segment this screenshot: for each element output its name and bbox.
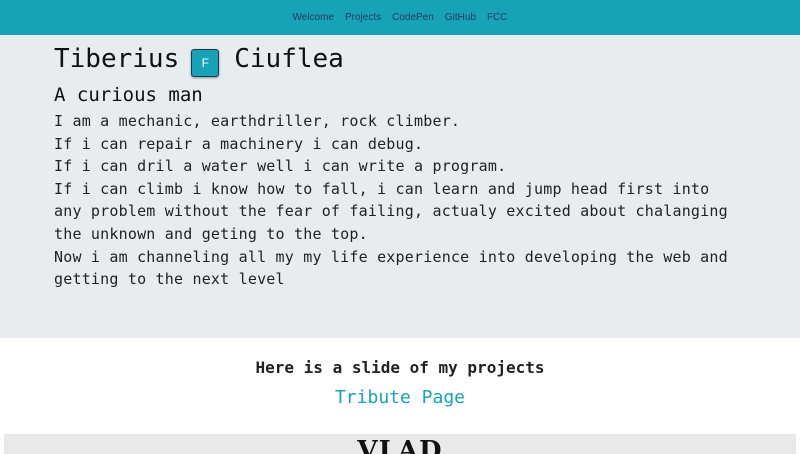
bio-line: I am a mechanic, earthdriller, rock clim… [54, 112, 461, 130]
bio-line: If i can dril a water well i can write a… [54, 157, 507, 176]
first-name: Tiberius [54, 44, 180, 74]
bio-line: Now i am channeling all my my life exper… [54, 247, 728, 289]
welcome-section: Tiberius F Ciuflea A curious man I am a … [0, 35, 800, 338]
subtitle: A curious man [54, 84, 203, 106]
top-navbar: Welcome Projects CodePen GitHub FCC [0, 0, 800, 35]
name-heading: Tiberius F Ciuflea [54, 40, 800, 78]
last-name: Ciuflea [234, 44, 344, 74]
projects-heading: Here is a slide of my projects [255, 358, 545, 377]
project-link-tribute-page[interactable]: Tribute Page [335, 387, 465, 408]
nav-link-codepen[interactable]: CodePen [392, 12, 434, 23]
nav-link-fcc[interactable]: FCC [487, 12, 508, 23]
bio-line: If i can climb i know how to fall, i can… [54, 179, 728, 243]
f-badge-button[interactable]: F [191, 49, 220, 77]
bio-line: If i can repair a machinery i can debug. [54, 134, 424, 153]
nav-link-projects[interactable]: Projects [345, 12, 381, 23]
project-slide-preview[interactable]: VLAD [4, 434, 796, 454]
nav-link-welcome[interactable]: Welcome [292, 12, 334, 23]
slide-title: VLAD [357, 436, 443, 454]
nav-link-github[interactable]: GitHub [445, 12, 476, 23]
projects-section: Here is a slide of my projects Tribute P… [0, 338, 800, 408]
